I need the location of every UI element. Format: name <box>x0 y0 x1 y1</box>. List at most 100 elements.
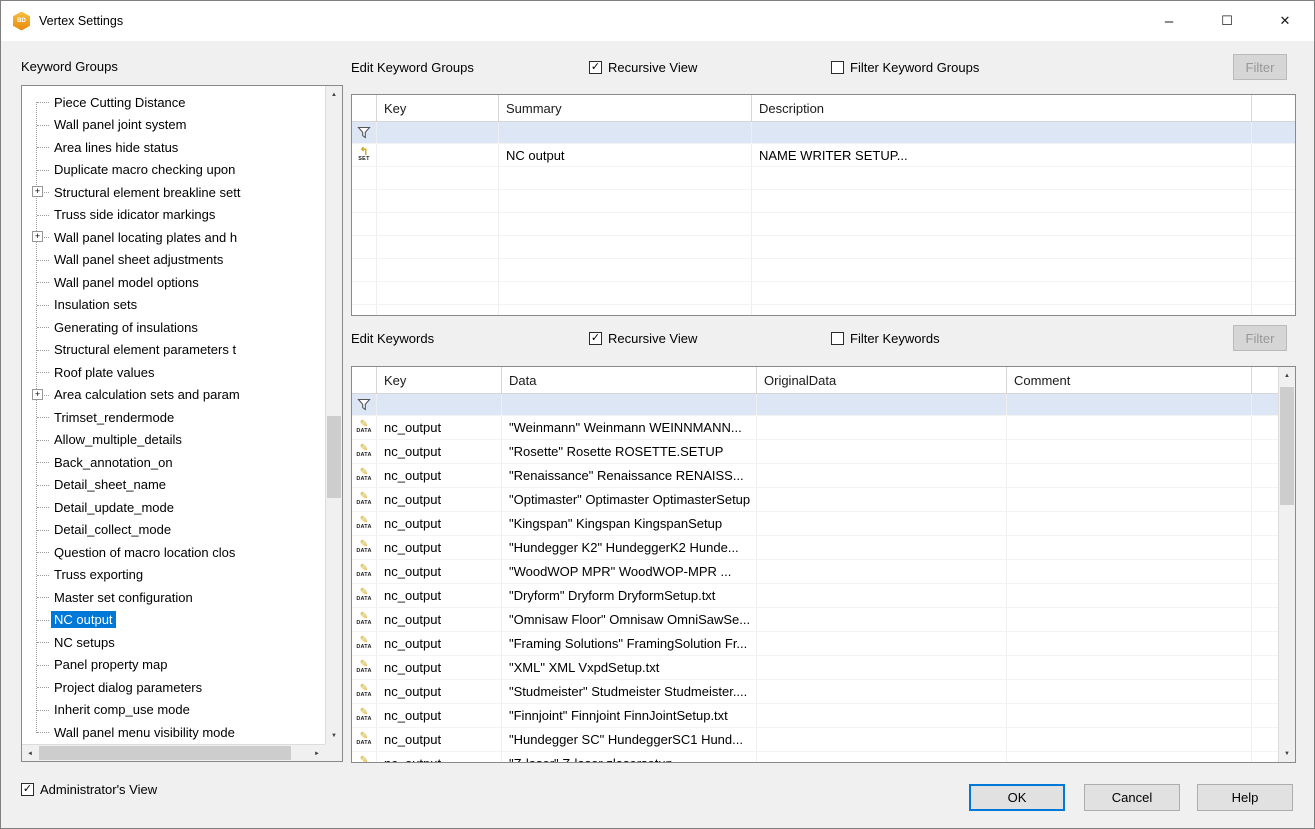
tree-item-label[interactable]: Roof plate values <box>51 364 157 381</box>
column-header-originaldata[interactable]: OriginalData <box>757 367 1007 394</box>
ok-button[interactable]: OK <box>969 784 1065 811</box>
minimize-button[interactable]: – <box>1140 1 1198 41</box>
keyword-group-row[interactable]: ↰ SET <box>352 236 1295 259</box>
tree-item-label[interactable]: Allow_multiple_details <box>51 431 185 448</box>
tree-item[interactable]: + Project dialog parameters <box>22 676 325 699</box>
scroll-up-icon[interactable]: ▲ <box>1279 367 1295 384</box>
column-header-comment[interactable]: Comment <box>1007 367 1252 394</box>
scroll-up-icon[interactable]: ▲ <box>326 86 342 103</box>
tree-item[interactable]: + NC output <box>22 609 325 632</box>
keyword-row[interactable]: ✎ DATA nc_output "Weinmann" Weinmann WEI… <box>352 416 1295 440</box>
tree-item-label[interactable]: Wall panel joint system <box>51 116 189 133</box>
keyword-row[interactable]: ✎ DATA nc_output "Finnjoint" Finnjoint F… <box>352 704 1295 728</box>
expand-icon[interactable]: + <box>32 231 43 242</box>
tree-item[interactable]: + Question of macro location clos <box>22 541 325 564</box>
tree-item[interactable]: + Structural element breakline sett <box>22 181 325 204</box>
tree-item-label[interactable]: Inherit comp_use mode <box>51 701 193 718</box>
tree-item[interactable]: + Wall panel model options <box>22 271 325 294</box>
column-header-key[interactable]: Key <box>377 95 499 122</box>
keyword-group-row[interactable]: ↰ SET <box>352 122 1295 144</box>
tree-item[interactable]: + Trimset_rendermode <box>22 406 325 429</box>
keyword-row[interactable]: ✎ DATA nc_output "Kingspan" Kingspan Kin… <box>352 512 1295 536</box>
tree-horizontal-scrollbar[interactable]: ◄ ► <box>22 744 325 761</box>
expand-icon[interactable]: + <box>32 186 43 197</box>
scroll-down-icon[interactable]: ▼ <box>326 727 342 744</box>
keyword-row[interactable]: ✎ DATA nc_output "Dryform" Dryform Dryfo… <box>352 584 1295 608</box>
tree-item-label[interactable]: Structural element parameters t <box>51 341 239 358</box>
tree-item[interactable]: + Piece Cutting Distance <box>22 91 325 114</box>
column-header-data[interactable]: Data <box>502 367 757 394</box>
keyword-group-row[interactable]: ↰ SET <box>352 259 1295 282</box>
keyword-group-row[interactable]: ↰ SET <box>352 305 1295 316</box>
maximize-button[interactable]: ☐ <box>1198 1 1256 41</box>
keyword-row[interactable]: ✎ DATA nc_output "Rosette" Rosette ROSET… <box>352 440 1295 464</box>
keyword-group-row[interactable]: ↰ SET <box>352 282 1295 305</box>
tree-item-label[interactable]: Trimset_rendermode <box>51 409 177 426</box>
tree-item[interactable]: + Area lines hide status <box>22 136 325 159</box>
tree-item-label[interactable]: Insulation sets <box>51 296 140 313</box>
column-header-key[interactable]: Key <box>377 367 502 394</box>
close-button[interactable]: ✕ <box>1256 1 1314 41</box>
tree-item[interactable]: + Detail_update_mode <box>22 496 325 519</box>
tree-item-label[interactable]: Panel property map <box>51 656 170 673</box>
keyword-row[interactable]: ✎ DATA nc_output "Framing Solutions" Fra… <box>352 632 1295 656</box>
recursive-view-keywords-checkbox[interactable]: ✓ Recursive View <box>589 330 697 346</box>
tree-item-label[interactable]: Wall panel locating plates and h <box>51 229 240 246</box>
tree-item-label[interactable]: Area lines hide status <box>51 139 181 156</box>
tree-item-label[interactable]: Area calculation sets and param <box>51 386 243 403</box>
tree-item[interactable]: + Wall panel joint system <box>22 114 325 137</box>
tree-item[interactable]: + Detail_collect_mode <box>22 519 325 542</box>
tree-item-label[interactable]: Master set configuration <box>51 589 196 606</box>
tree-item[interactable]: + Wall panel menu visibility mode <box>22 721 325 744</box>
tree-item-label[interactable]: Project dialog parameters <box>51 679 205 696</box>
recursive-view-groups-checkbox[interactable]: ✓ Recursive View <box>589 59 697 75</box>
tree-item[interactable]: + Allow_multiple_details <box>22 429 325 452</box>
cancel-button[interactable]: Cancel <box>1084 784 1180 811</box>
tree-item-label[interactable]: Back_annotation_on <box>51 454 176 471</box>
tree-item-label[interactable]: Detail_sheet_name <box>51 476 169 493</box>
keyword-row[interactable]: ✎ DATA nc_output "Studmeister" Studmeist… <box>352 680 1295 704</box>
tree-item-label[interactable]: Truss exporting <box>51 566 146 583</box>
keyword-row[interactable]: ✎ DATA nc_output "WoodWOP MPR" WoodWOP-M… <box>352 560 1295 584</box>
administrators-view-checkbox[interactable]: ✓ Administrator's View <box>21 781 157 797</box>
tree-item-label[interactable]: Generating of insulations <box>51 319 201 336</box>
column-header-summary[interactable]: Summary <box>499 95 752 122</box>
tree-item[interactable]: + Truss exporting <box>22 564 325 587</box>
scroll-left-icon[interactable]: ◄ <box>22 745 38 762</box>
tree-item-label[interactable]: Piece Cutting Distance <box>51 94 189 111</box>
tree-item-label[interactable]: Wall panel sheet adjustments <box>51 251 226 268</box>
tree-item[interactable]: + Roof plate values <box>22 361 325 384</box>
filter-keywords-button[interactable]: Filter <box>1233 325 1287 351</box>
keywords-vertical-scrollbar[interactable]: ▲ ▼ <box>1278 367 1295 762</box>
tree-item[interactable]: + Area calculation sets and param <box>22 384 325 407</box>
keyword-row[interactable]: ✎ DATA nc_output "Hundegger SC" Hundegge… <box>352 728 1295 752</box>
filter-keyword-groups-checkbox[interactable]: Filter Keyword Groups <box>831 59 979 75</box>
expand-icon[interactable]: + <box>32 389 43 400</box>
tree-item-label[interactable]: Wall panel model options <box>51 274 202 291</box>
tree-item-label[interactable]: Duplicate macro checking upon <box>51 161 238 178</box>
tree-vertical-scrollbar[interactable]: ▲ ▼ <box>325 86 342 744</box>
keyword-row[interactable]: ✎ DATA nc_output "XML" XML VxpdSetup.txt <box>352 656 1295 680</box>
tree-item[interactable]: + Duplicate macro checking upon <box>22 159 325 182</box>
keyword-group-row[interactable]: ↰ SET <box>352 213 1295 236</box>
tree-item[interactable]: + Wall panel locating plates and h <box>22 226 325 249</box>
tree-item[interactable]: + Insulation sets <box>22 294 325 317</box>
tree-item-label[interactable]: Detail_collect_mode <box>51 521 174 538</box>
filter-groups-button[interactable]: Filter <box>1233 54 1287 80</box>
tree-item[interactable]: + Master set configuration <box>22 586 325 609</box>
keyword-row[interactable]: ✎ DATA nc_output "Optimaster" Optimaster… <box>352 488 1295 512</box>
tree-item[interactable]: + Panel property map <box>22 654 325 677</box>
tree-item-label[interactable]: Truss side idicator markings <box>51 206 218 223</box>
scroll-right-icon[interactable]: ► <box>309 745 325 762</box>
keyword-group-row[interactable]: ↰ SET <box>352 190 1295 213</box>
keyword-row[interactable]: ✎ DATA <box>352 394 1295 416</box>
scrollbar-thumb[interactable] <box>327 416 341 498</box>
keyword-row[interactable]: ✎ DATA nc_output "Renaissance" Renaissan… <box>352 464 1295 488</box>
tree-item[interactable]: + NC setups <box>22 631 325 654</box>
tree-item[interactable]: + Back_annotation_on <box>22 451 325 474</box>
tree-item[interactable]: + Truss side idicator markings <box>22 204 325 227</box>
tree-item[interactable]: + Detail_sheet_name <box>22 474 325 497</box>
tree-item-label[interactable]: Wall panel menu visibility mode <box>51 724 238 741</box>
tree-item-label[interactable]: Question of macro location clos <box>51 544 238 561</box>
keyword-row[interactable]: ✎ DATA nc_output "Omnisaw Floor" Omnisaw… <box>352 608 1295 632</box>
